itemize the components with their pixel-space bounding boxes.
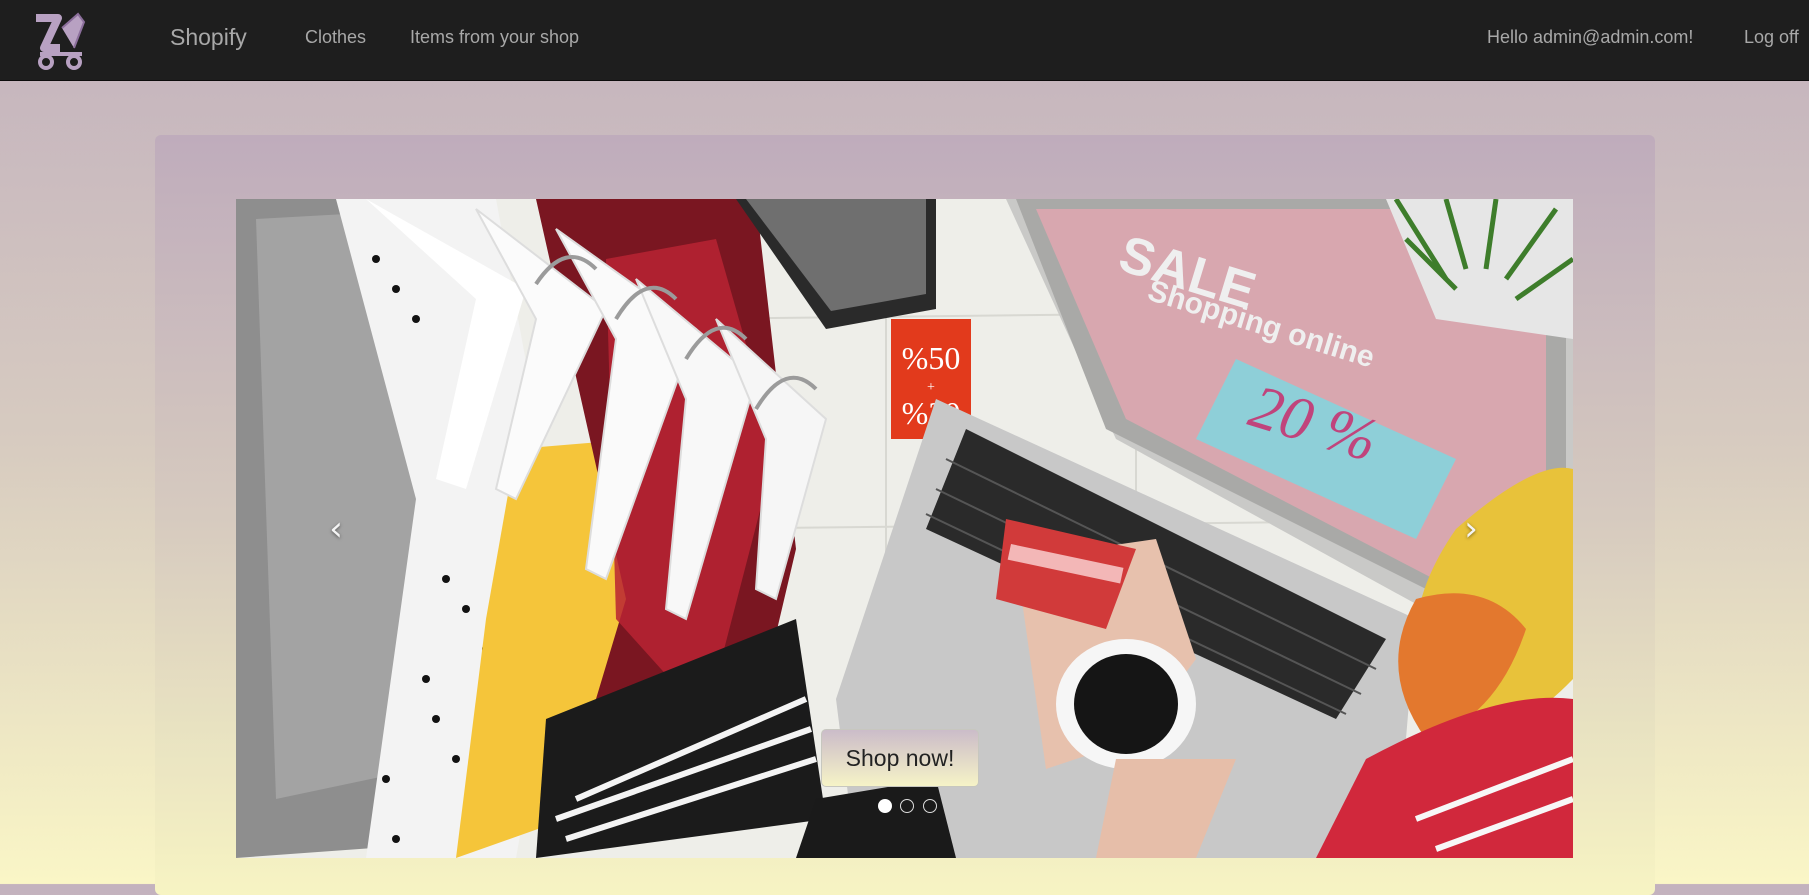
logoff-link[interactable]: Log off — [1744, 27, 1799, 48]
shopping-cart-logo-icon[interactable] — [30, 8, 90, 72]
carousel-indicator-3[interactable] — [922, 799, 937, 813]
sale-tag-top: %50 — [902, 340, 961, 376]
shop-now-button[interactable]: Shop now! — [821, 729, 979, 787]
carousel-next-control[interactable]: › — [1441, 499, 1501, 559]
nav-items-from-shop-link[interactable]: Items from your shop — [410, 27, 579, 48]
brand-link[interactable]: Shopify — [170, 24, 247, 51]
account-greeting-link[interactable]: Hello admin@admin.com! — [1487, 27, 1693, 48]
carousel-prev-control[interactable]: ‹ — [306, 499, 366, 559]
hero-carousel: %50 + %20 SALE Shopping online 20 % ‹ › … — [236, 199, 1573, 858]
top-navbar: Shopify Clothes Items from your shop Hel… — [0, 0, 1809, 81]
sale-tag-plus: + — [927, 380, 935, 395]
carousel-indicators — [876, 799, 939, 815]
carousel-indicator-2[interactable] — [900, 799, 915, 813]
carousel-indicator-1[interactable] — [878, 799, 892, 813]
nav-clothes-link[interactable]: Clothes — [305, 27, 366, 48]
